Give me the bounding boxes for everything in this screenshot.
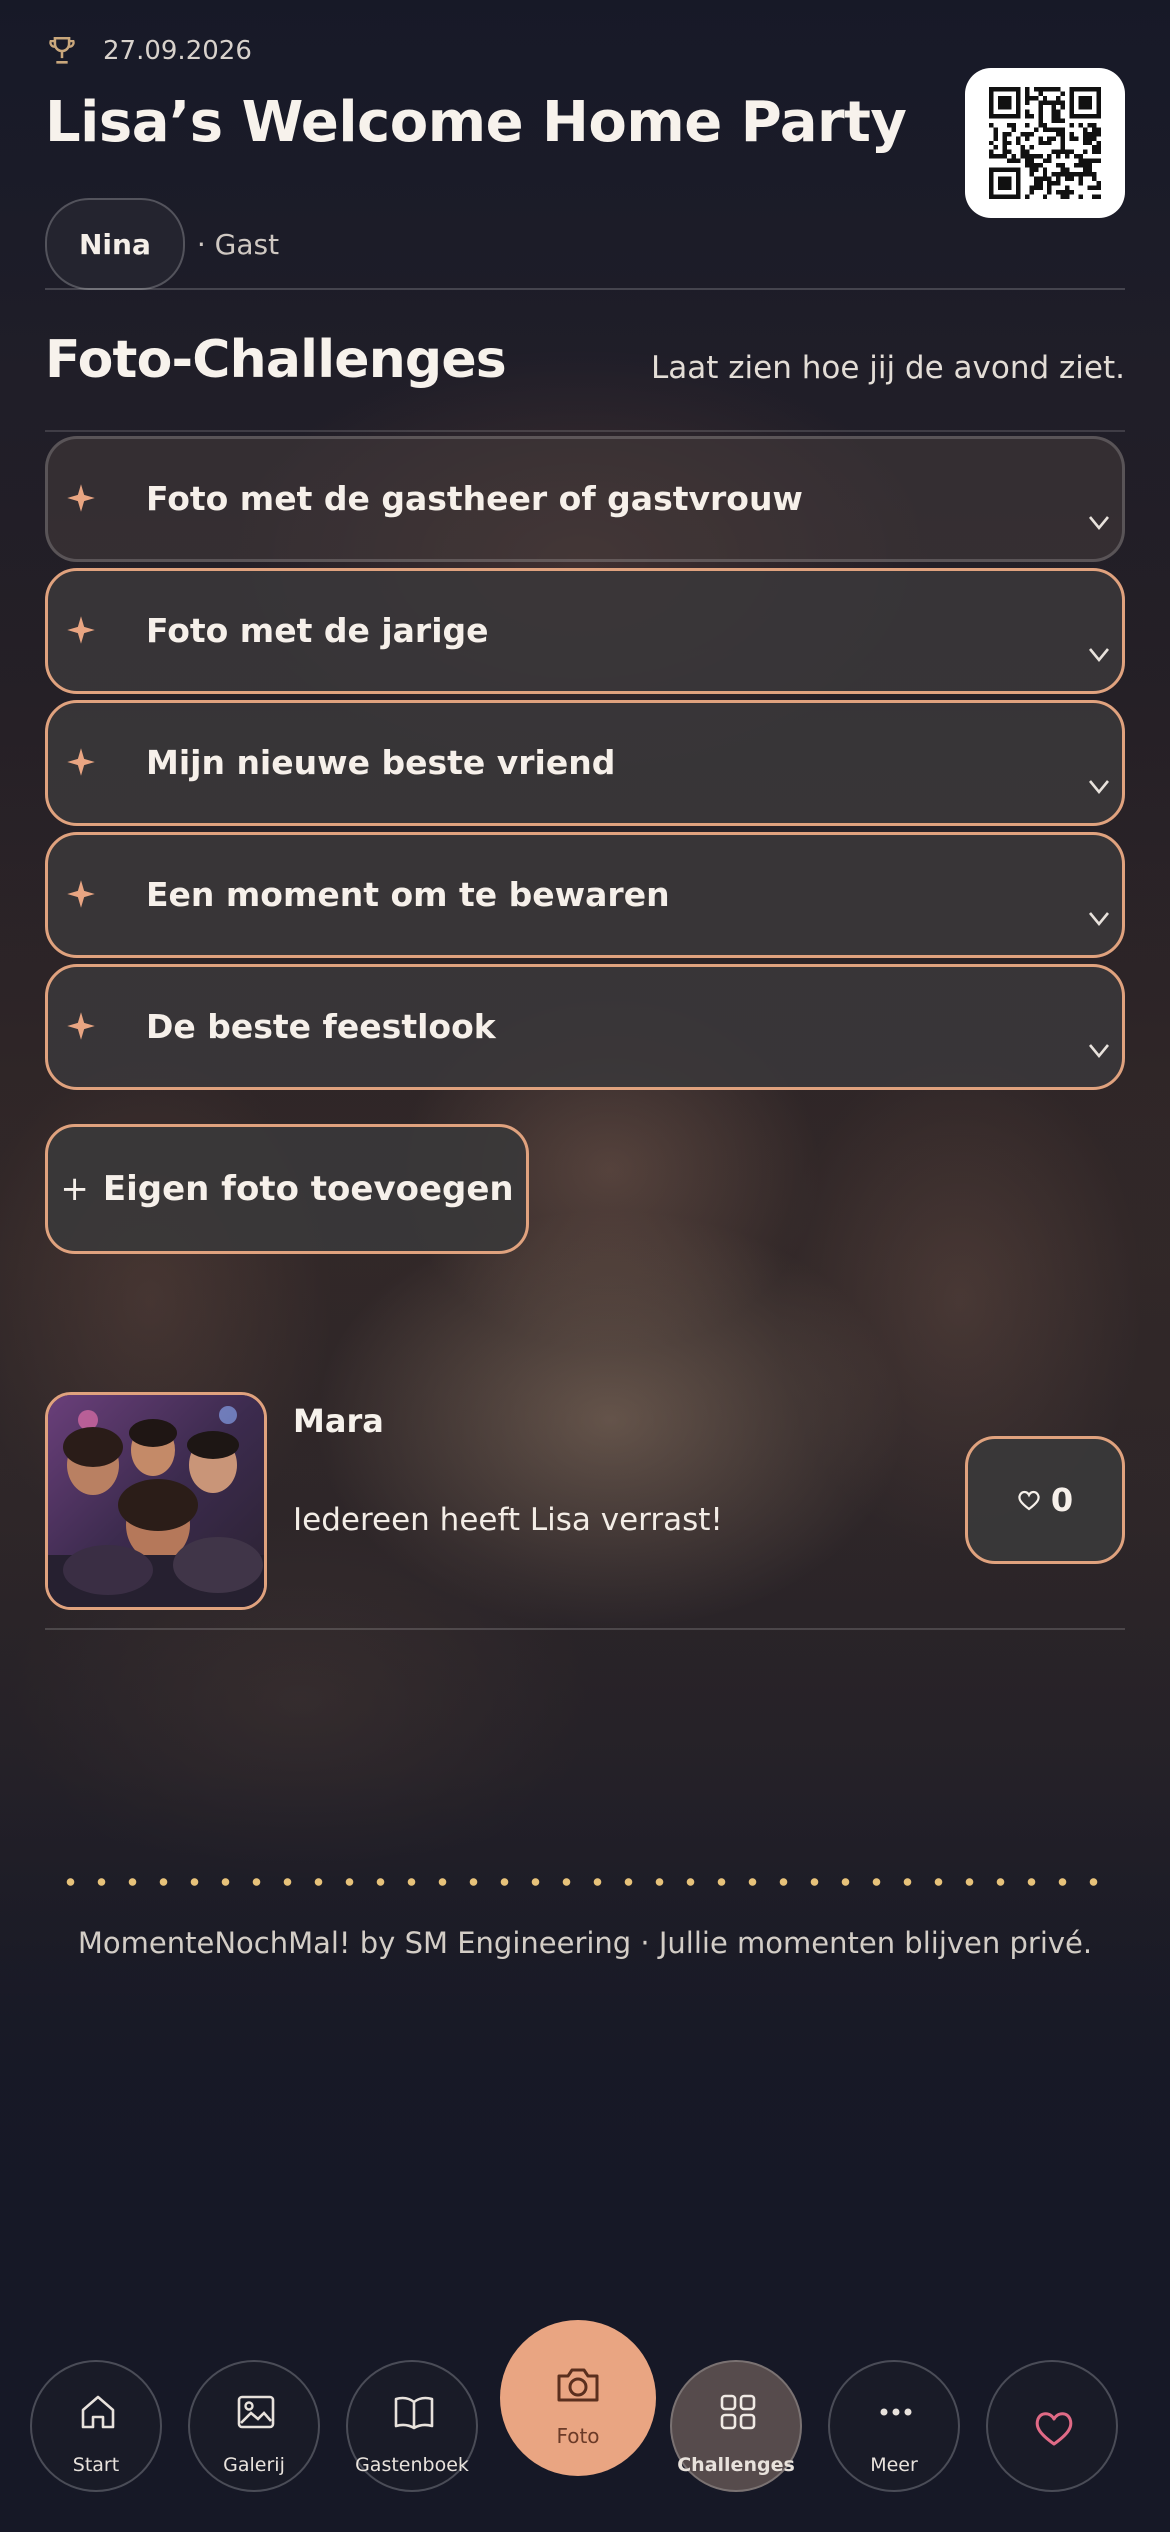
qr-code-button[interactable] [965, 68, 1125, 218]
nav-foto[interactable]: Foto [500, 2320, 656, 2476]
like-count: 0 [1050, 1481, 1074, 1519]
nav-label: Meer [870, 2454, 918, 2476]
divider [45, 288, 1125, 290]
nav-challenges[interactable]: Challenges [670, 2360, 802, 2492]
heart-icon [1035, 2412, 1073, 2446]
divider [45, 430, 1125, 432]
user-role: · Gast [196, 227, 280, 261]
sparkle-icon [67, 748, 95, 776]
chevron-down-icon [1088, 912, 1110, 927]
challenge-label: Foto met de gastheer of gastvrouw [146, 479, 803, 518]
user-row: Nina · Gast [45, 198, 279, 290]
challenge-label: De beste feestlook [146, 1007, 496, 1046]
challenge-list: Foto met de gastheer of gastvrouw Foto m… [45, 436, 1125, 1096]
sparkle-icon [67, 484, 95, 512]
chevron-down-icon [1088, 516, 1110, 531]
like-button[interactable]: 0 [965, 1436, 1125, 1564]
challenge-item[interactable]: Foto met de gastheer of gastvrouw [45, 436, 1125, 562]
grid-icon [720, 2394, 756, 2430]
post-author: Mara [293, 1402, 384, 1440]
home-icon [81, 2395, 115, 2429]
photo-post: Mara Iedereen heeft Lisa verrast! 0 [45, 1392, 1125, 1614]
sparkle-icon [67, 1012, 95, 1040]
section-subtitle: Laat zien hoe jij de avond ziet. [650, 350, 1125, 386]
chevron-down-icon [1088, 1044, 1110, 1059]
dotted-separator [55, 1878, 1115, 1886]
footer-text: MomenteNochMal! by SM Engineering · Jull… [77, 1926, 1093, 1960]
event-date: 27.09.2026 [103, 36, 252, 66]
nav-gastenboek[interactable]: Gastenboek [346, 2360, 478, 2492]
bottom-navigation: Start Galerij Gastenboek Foto Challenges… [30, 2320, 1140, 2492]
nav-label: Challenges [677, 2454, 795, 2476]
post-caption: Iedereen heeft Lisa verrast! [293, 1502, 723, 1538]
book-icon [394, 2396, 434, 2430]
nav-label: Gastenboek [355, 2454, 469, 2476]
trophy-icon [49, 36, 75, 64]
user-name-pill[interactable]: Nina [45, 198, 185, 290]
heart-outline-icon [1018, 1490, 1040, 1511]
chevron-down-icon [1088, 648, 1110, 663]
nav-label: Galerij [223, 2454, 285, 2476]
challenge-label: Mijn nieuwe beste vriend [146, 743, 616, 782]
event-title: Lisa’s Welcome Home Party [45, 90, 907, 155]
post-photo-thumbnail[interactable] [45, 1392, 267, 1610]
sparkle-icon [67, 880, 95, 908]
challenge-item[interactable]: De beste feestlook [45, 964, 1125, 1090]
add-own-photo-button[interactable]: + Eigen foto toevoegen [45, 1124, 529, 1254]
divider [45, 1628, 1125, 1630]
challenge-item[interactable]: Foto met de jarige [45, 568, 1125, 694]
nav-label: Start [72, 2454, 120, 2476]
date-row: 27.09.2026 [45, 30, 1125, 72]
nav-meer[interactable]: Meer [828, 2360, 960, 2492]
add-own-photo-label: Eigen foto toevoegen [102, 1169, 514, 1209]
challenge-label: Een moment om te bewaren [146, 875, 670, 914]
more-icon [880, 2408, 912, 2416]
nav-favorites[interactable] [986, 2360, 1118, 2492]
nav-galerij[interactable]: Galerij [188, 2360, 320, 2492]
header: 27.09.2026 Lisa’s Welcome Home Party Nin… [45, 30, 1125, 290]
section-title: Foto-Challenges [45, 330, 507, 390]
chevron-down-icon [1088, 780, 1110, 795]
sparkle-icon [67, 616, 95, 644]
challenge-item[interactable]: Een moment om te bewaren [45, 832, 1125, 958]
camera-icon [557, 2368, 599, 2402]
nav-label: Foto [556, 2424, 600, 2448]
section-header: Foto-Challenges Laat zien hoe jij de avo… [45, 320, 1125, 400]
nav-start[interactable]: Start [30, 2360, 162, 2492]
qr-code-icon [989, 87, 1101, 199]
plus-icon: + [60, 1169, 89, 1209]
challenge-label: Foto met de jarige [146, 611, 489, 650]
challenge-item[interactable]: Mijn nieuwe beste vriend [45, 700, 1125, 826]
image-icon [237, 2395, 275, 2429]
